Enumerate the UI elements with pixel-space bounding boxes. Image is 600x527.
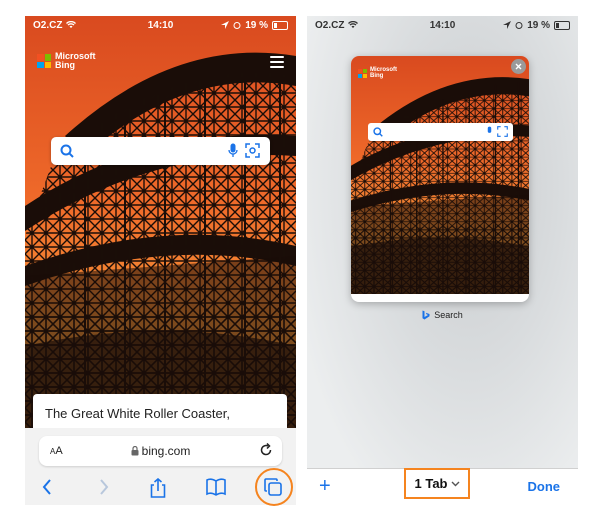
image-caption-card[interactable]: The Great White Roller Coaster,: [33, 394, 287, 428]
thumbnail-bing-logo: Microsoft Bing: [358, 67, 397, 79]
microphone-icon[interactable]: [228, 143, 238, 158]
microsoft-logo-icon: [358, 68, 367, 78]
microphone-icon: [487, 126, 492, 133]
chevron-down-icon: [451, 481, 459, 486]
close-tab-icon[interactable]: [511, 59, 526, 74]
wifi-icon: [66, 21, 77, 28]
microsoft-logo-icon: [37, 54, 51, 68]
status-bar: O2.CZ 14:10 19 %: [307, 16, 578, 34]
visual-search-icon[interactable]: [245, 143, 260, 158]
tabs-button-highlight: [255, 468, 293, 506]
visual-search-icon: [497, 126, 508, 137]
status-bar: O2.CZ 14:10 19 %: [25, 16, 296, 34]
microsoft-bing-logo[interactable]: Microsoft Bing: [37, 52, 96, 70]
wifi-icon: [348, 21, 359, 28]
url-text: bing.com: [141, 444, 191, 458]
location-icon: [221, 21, 230, 29]
bing-background-photo: [25, 16, 296, 428]
tab-count-button[interactable]: 1 Tab: [404, 468, 470, 499]
lock-icon: [131, 446, 139, 456]
alarm-icon: [515, 22, 523, 29]
clock: 14:10: [429, 19, 456, 31]
tab-preview-image: [351, 56, 529, 294]
menu-icon[interactable]: [270, 56, 284, 71]
location-icon: [503, 21, 512, 29]
battery-icon: [272, 20, 288, 30]
address-bar[interactable]: AA bing.com: [39, 436, 282, 466]
search-icon: [373, 127, 383, 137]
safari-browser-screen: O2.CZ 14:10 19 % Microsoft Bing The Grea…: [25, 16, 296, 505]
share-icon[interactable]: [150, 478, 166, 498]
done-button[interactable]: Done: [528, 479, 561, 494]
logo-line-2: Bing: [55, 60, 75, 70]
logo-line-2: Bing: [370, 73, 384, 79]
tab-title: Search: [307, 310, 578, 320]
tab-count-label: 1 Tab: [414, 476, 448, 491]
back-icon[interactable]: [41, 478, 53, 496]
bing-search-box[interactable]: [51, 137, 270, 165]
forward-icon[interactable]: [98, 478, 110, 496]
new-tab-button[interactable]: +: [319, 476, 331, 496]
reload-icon[interactable]: [259, 443, 273, 457]
search-icon: [60, 144, 74, 158]
tab-title-text: Search: [434, 310, 463, 320]
battery-percent: 19 %: [527, 19, 550, 31]
thumbnail-search-box: [368, 123, 513, 141]
bookmarks-icon[interactable]: [206, 478, 226, 496]
tab-thumbnail[interactable]: Microsoft Bing: [351, 56, 529, 302]
clock: 14:10: [147, 19, 174, 31]
alarm-icon: [233, 22, 241, 29]
battery-percent: 19 %: [245, 19, 268, 31]
carrier-label: O2.CZ: [315, 19, 345, 31]
caption-text: The Great White Roller Coaster,: [45, 406, 230, 421]
bing-favicon-icon: [422, 310, 430, 320]
battery-icon: [554, 20, 570, 30]
tab-switcher-screen: O2.CZ 14:10 19 % Microsoft Bing Search +…: [307, 16, 578, 505]
carrier-label: O2.CZ: [33, 19, 63, 31]
tab-switcher-toolbar: + 1 Tab Done: [307, 468, 578, 505]
